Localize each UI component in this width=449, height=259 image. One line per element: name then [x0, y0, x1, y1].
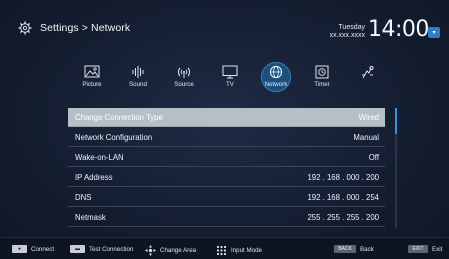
network-icon [269, 65, 283, 79]
system-icon [362, 65, 374, 79]
list-item-wake-on-lan[interactable]: Wake-on-LAN Off [68, 148, 385, 167]
color-key-icon: ▬ [70, 245, 85, 253]
tab-label: Source [174, 81, 194, 88]
setting-name: Netmask [75, 213, 106, 222]
list-item-change-connection-type[interactable]: Change Connection Type Wired [68, 108, 385, 127]
setting-value: Manual [353, 133, 379, 142]
list-item-netmask[interactable]: Netmask 255 . 255 . 255 . 200 [68, 208, 385, 227]
setting-name: DNS [75, 193, 92, 202]
hint-connect: ● Connect [12, 245, 54, 253]
tab-tv[interactable]: TV [206, 62, 254, 98]
numeric-keypad-icon [216, 245, 227, 256]
setting-name: Wake-on-LAN [75, 153, 124, 162]
setting-value: 255 . 255 . 255 . 200 [307, 213, 379, 222]
hint-input-mode: Input Mode [216, 245, 262, 256]
clock-time: 14:00 [368, 17, 429, 42]
tab-label: TV [226, 81, 234, 88]
header: Settings > Network Tuesday xx.xxx.xxxx 1… [0, 0, 449, 58]
category-tabs: Picture Sound Source TV Network Timer [68, 62, 398, 98]
tab-label: Sound [129, 81, 147, 88]
hint-test-connection: ▬ Test Connection [70, 245, 133, 253]
hint-label: Change Area [160, 247, 197, 254]
back-key-icon: BACK [334, 245, 356, 253]
hint-label: Exit [432, 245, 443, 253]
network-settings-list: Change Connection Type Wired Network Con… [68, 108, 388, 228]
tab-network[interactable]: Network [252, 62, 300, 98]
dpad-icon [145, 245, 156, 256]
hint-exit: EXIT Exit [408, 245, 442, 253]
exit-key-icon: EXIT [408, 245, 428, 253]
setting-value: 192 . 168 . 000 . 254 [307, 193, 379, 202]
tv-settings-screen: Settings > Network Tuesday xx.xxx.xxxx 1… [0, 0, 449, 259]
hint-change-area: Change Area [145, 245, 196, 256]
tab-source[interactable]: Source [160, 62, 208, 98]
hint-label: Test Connection [89, 245, 134, 253]
list-item-dns[interactable]: DNS 192 . 168 . 000 . 254 [68, 188, 385, 207]
tab-label: Network [264, 81, 288, 88]
options-button[interactable]: ▾ [428, 27, 440, 38]
list-item-network-configuration[interactable]: Network Configuration Manual [68, 128, 385, 147]
tab-label: Timer [314, 81, 330, 88]
footer-hint-bar: ● Connect ▬ Test Connection Change Area [0, 237, 449, 259]
tab-sound[interactable]: Sound [114, 62, 162, 98]
scrollbar-thumb[interactable] [395, 108, 397, 134]
setting-name: Network Configuration [75, 133, 153, 142]
source-icon [178, 67, 190, 78]
tab-system[interactable] [344, 62, 392, 98]
setting-value: Off [368, 153, 379, 162]
chevron-down-icon: ▾ [432, 30, 436, 36]
breadcrumb-title: Settings > Network [40, 22, 131, 34]
tab-label: Picture [82, 81, 102, 88]
list-item-ip-address[interactable]: IP Address 192 . 168 . 000 . 200 [68, 168, 385, 187]
ok-key-icon: ● [12, 245, 27, 253]
setting-value: 192 . 168 . 000 . 200 [307, 173, 379, 182]
setting-name: Change Connection Type [75, 113, 163, 122]
setting-name: IP Address [75, 173, 113, 182]
date-label: xx.xxx.xxxx [329, 32, 365, 39]
timer-icon [315, 65, 329, 79]
sound-icon [132, 66, 144, 78]
hint-label: Input Mode [231, 247, 262, 254]
picture-icon [84, 65, 100, 78]
tab-timer[interactable]: Timer [298, 62, 346, 98]
hint-label: Connect [31, 245, 55, 253]
day-label: Tuesday [338, 24, 365, 31]
hint-back: BACK Back [334, 245, 374, 253]
tab-picture[interactable]: Picture [68, 62, 116, 98]
setting-value: Wired [358, 113, 379, 122]
hint-label: Back [360, 245, 374, 253]
settings-gear-icon [18, 21, 32, 35]
tv-icon [222, 65, 238, 79]
